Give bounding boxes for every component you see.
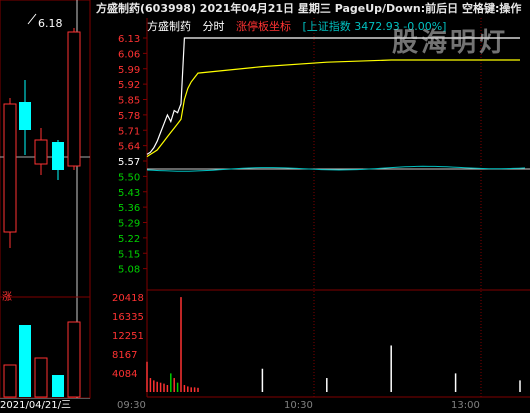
price-tick-label: 5.99 [118, 65, 140, 76]
price-tick-label: 5.15 [118, 249, 140, 260]
quote-chart[interactable]: 6.18 涨 6.13 6.06 5.99 5.92 5.85 5.78 5.71 5.64 5… [0, 0, 530, 412]
time-tick-label: 10:30 [284, 400, 313, 411]
price-tick-label: 5.64 [118, 142, 140, 153]
price-tick-label: 5.50 [118, 172, 140, 183]
candle-3 [34, 139, 48, 165]
volume-tick-label: 4084 [112, 369, 137, 380]
date-label: 2021/04/21/三 [0, 398, 90, 413]
price-tick-label: 5.43 [118, 188, 140, 199]
price-tick-label: 5.92 [118, 80, 140, 91]
mini-kline-price-label: 6.18 [38, 17, 63, 30]
volume-tick-label: 8167 [112, 350, 137, 361]
chart-header-title: 方盛制药(603998) 2021年04月21日 星期三 PageUp/Down… [96, 0, 530, 18]
watermark: 股海明灯 [392, 28, 509, 58]
price-tick-label: 5.22 [118, 234, 140, 245]
time-tick-label: 09:30 [117, 400, 146, 411]
price-tick-label: 5.29 [118, 219, 140, 230]
price-tick-label: 5.71 [118, 126, 140, 137]
mini-volume-bar-4 [52, 375, 64, 397]
price-tick-label: 5.78 [118, 111, 140, 122]
stock-name: 方盛制药 [147, 20, 191, 33]
mini-volume-bar-2 [19, 325, 31, 397]
price-tick-label: 5.36 [118, 203, 140, 214]
price-tick-label: 5.57 [118, 157, 140, 168]
limit-scale-label[interactable]: 涨停板坐标 [236, 20, 291, 33]
candle-5 [67, 31, 81, 167]
candle-4 [52, 142, 64, 170]
mini-volume-bar-3 [34, 357, 48, 398]
candle-2 [19, 102, 31, 130]
price-tick-label: 5.08 [118, 265, 140, 276]
rise-label: 涨 [2, 291, 12, 303]
price-tick-label: 6.13 [118, 34, 140, 45]
candle-1 [3, 103, 17, 233]
volume-tick-label: 12251 [112, 331, 144, 342]
mini-volume-bar-1 [3, 364, 17, 398]
price-tick-label: 6.06 [118, 49, 140, 60]
time-tick-label: 13:00 [451, 400, 480, 411]
price-tick-label: 5.85 [118, 96, 140, 107]
volume-tick-label: 16335 [112, 312, 144, 323]
volume-tick-label: 20418 [112, 293, 144, 304]
mini-volume-bar-5 [67, 321, 81, 398]
chart-mode[interactable]: 分时 [203, 20, 225, 33]
